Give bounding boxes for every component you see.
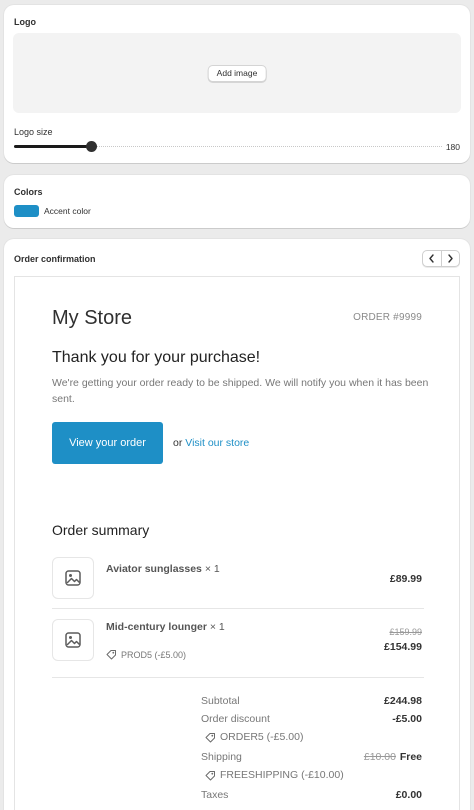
product-original-price: £159.99: [389, 627, 422, 637]
order-discount-label: Order discount: [201, 713, 270, 725]
image-placeholder-icon: [65, 570, 81, 586]
logo-drop-zone[interactable]: Add image: [13, 33, 461, 113]
or-text: or: [173, 437, 183, 449]
order-discount-row: Order discount -£5.00: [201, 713, 424, 727]
email-preview: My Store ORDER #9999 Thank you for your …: [14, 276, 460, 810]
shipping-code-row: FREESHIPPING (-£10.00): [201, 769, 424, 783]
subtotal-row: Subtotal £244.98: [201, 695, 424, 709]
product-quantity: × 1: [209, 621, 225, 633]
logo-size-value: 180: [445, 142, 460, 152]
product-price: £89.99: [389, 573, 422, 585]
previous-button[interactable]: [423, 251, 441, 266]
shipping-label: Shipping: [201, 751, 242, 763]
shipping-discount-code: FREESHIPPING (-£10.00): [205, 769, 344, 781]
order-totals: Subtotal £244.98 Order discount -£5.00 O…: [201, 695, 424, 810]
logo-size-slider[interactable]: [14, 141, 442, 152]
tag-icon: [106, 650, 116, 660]
order-discount-code: ORDER5 (-£5.00): [205, 731, 303, 743]
line-item: Aviator sunglasses × 1 £89.99: [52, 557, 424, 599]
order-number: ORDER #9999: [353, 312, 422, 323]
subtotal-label: Subtotal: [201, 695, 240, 707]
shipping-row: Shipping £10.00 Free: [201, 751, 424, 765]
order-discount-code-text: ORDER5 (-£5.00): [220, 731, 304, 743]
image-placeholder-icon: [65, 632, 81, 648]
taxes-label: Taxes: [201, 789, 229, 801]
view-order-button[interactable]: View your order: [52, 422, 163, 464]
logo-size-label: Logo size: [14, 127, 53, 137]
visit-store-line: or Visit our store: [173, 437, 249, 449]
product-name: Aviator sunglasses × 1: [106, 563, 220, 575]
taxes-row: Taxes £0.00: [201, 789, 424, 803]
product-title: Aviator sunglasses: [106, 563, 202, 575]
add-image-button[interactable]: Add image: [207, 65, 267, 82]
product-discount-code: PROD5 (-£5.00): [121, 649, 187, 660]
shipping-discount-code-text: FREESHIPPING (-£10.00): [220, 769, 344, 781]
order-confirmation-card: Order confirmation My Store ORDER #9999 …: [4, 239, 470, 810]
email-heading: Thank you for your purchase!: [52, 349, 261, 366]
slider-fill: [14, 145, 92, 148]
order-summary-title: Order summary: [52, 522, 150, 538]
taxes-value: £0.00: [395, 789, 422, 801]
product-discount: PROD5 (-£5.00): [106, 649, 186, 660]
email-intro: We're getting your order ready to be shi…: [52, 377, 429, 405]
product-name: Mid-century lounger × 1: [106, 621, 225, 633]
divider: [52, 608, 424, 609]
divider: [52, 677, 424, 678]
order-discount-code-row: ORDER5 (-£5.00): [201, 731, 424, 745]
accent-color-label: Accent color: [44, 206, 91, 216]
colors-card-title: Colors: [14, 187, 43, 197]
order-discount-value: -£5.00: [392, 713, 422, 725]
product-quantity: × 1: [204, 563, 220, 575]
line-item: Mid-century lounger × 1 £159.99 £154.99 …: [52, 619, 424, 669]
logo-card-title: Logo: [14, 17, 36, 27]
slider-thumb[interactable]: [86, 141, 98, 152]
product-price: £154.99: [384, 641, 422, 653]
tag-icon: [205, 732, 215, 742]
product-title: Mid-century lounger: [106, 621, 207, 633]
order-card-title: Order confirmation: [14, 254, 96, 264]
tag-icon: [205, 770, 215, 780]
logo-card: Logo Add image Logo size 180: [4, 5, 470, 163]
shipping-value: Free: [399, 751, 422, 763]
chevron-left-icon: [429, 254, 434, 263]
chevron-right-icon: [448, 254, 453, 263]
visit-store-link[interactable]: Visit our store: [185, 437, 249, 449]
next-button[interactable]: [440, 251, 460, 266]
subtotal-value: £244.98: [384, 695, 422, 707]
product-thumbnail: [52, 557, 94, 599]
shipping-original-price: £10.00: [363, 751, 396, 763]
store-name: My Store: [52, 307, 133, 329]
product-thumbnail: [52, 619, 94, 661]
accent-color-swatch[interactable]: [14, 205, 39, 217]
colors-card: Colors Accent color: [4, 175, 470, 228]
preview-pager: [422, 250, 460, 267]
